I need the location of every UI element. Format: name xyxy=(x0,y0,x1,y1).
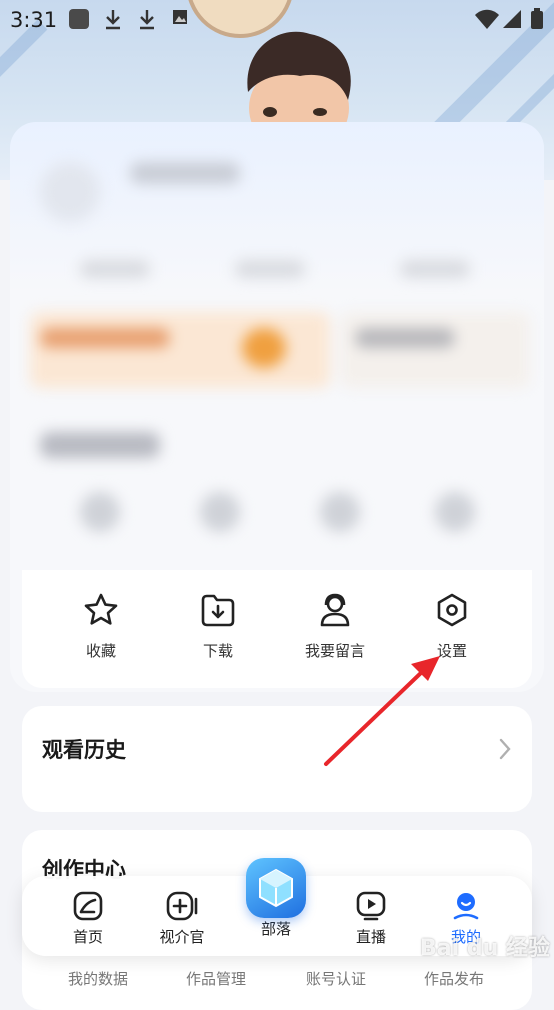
creator-item[interactable]: 作品发布 xyxy=(424,968,484,989)
settings-button[interactable]: 设置 xyxy=(397,592,507,661)
downloads-button[interactable]: 下载 xyxy=(163,592,273,661)
settings-label: 设置 xyxy=(436,642,467,660)
star-icon xyxy=(84,593,118,625)
settings-hexagon-icon xyxy=(437,593,467,627)
blurred-profile-content xyxy=(10,122,544,572)
tribe-cube-button[interactable] xyxy=(246,858,306,918)
video-add-icon xyxy=(166,891,198,921)
feedback-label: 我要留言 xyxy=(304,642,365,660)
watermark: Bai du 经验 xyxy=(420,936,550,961)
headset-icon xyxy=(320,593,350,627)
tab-home-label: 首页 xyxy=(72,928,103,946)
battery-icon xyxy=(531,8,543,29)
tab-live-label: 直播 xyxy=(355,928,386,946)
live-play-icon xyxy=(356,891,386,921)
signal-icon xyxy=(503,10,521,28)
tab-video-officer[interactable]: 视介官 xyxy=(142,890,222,947)
favorites-label: 收藏 xyxy=(85,642,116,660)
download-icon xyxy=(106,10,120,30)
profile-icon xyxy=(453,893,479,920)
download-icon xyxy=(140,10,154,30)
cube-icon xyxy=(259,868,293,908)
downloads-label: 下载 xyxy=(202,642,233,660)
feedback-button[interactable]: 我要留言 xyxy=(280,592,390,661)
app-square-icon xyxy=(69,9,89,29)
home-icon xyxy=(73,891,103,921)
chevron-right-icon xyxy=(499,738,511,760)
quick-tools: 收藏 下载 我要留言 设置 xyxy=(22,570,532,688)
tab-video-officer-label: 视介官 xyxy=(159,928,205,946)
watch-history-title: 观看历史 xyxy=(42,738,126,762)
tab-home[interactable]: 首页 xyxy=(48,890,128,947)
status-bar: 3:31 xyxy=(0,0,554,40)
favorites-button[interactable]: 收藏 xyxy=(46,592,156,661)
status-time: 3:31 xyxy=(10,8,58,32)
image-icon xyxy=(173,10,187,24)
download-folder-icon xyxy=(201,594,235,627)
watch-history-card[interactable]: 观看历史 xyxy=(22,706,532,812)
wifi-icon xyxy=(475,9,499,29)
creator-item[interactable]: 账号认证 xyxy=(306,968,366,989)
creator-item[interactable]: 我的数据 xyxy=(68,968,128,989)
creator-item[interactable]: 作品管理 xyxy=(186,968,246,989)
tab-live[interactable]: 直播 xyxy=(331,890,411,947)
tab-tribe-label: 部落 xyxy=(260,920,291,938)
